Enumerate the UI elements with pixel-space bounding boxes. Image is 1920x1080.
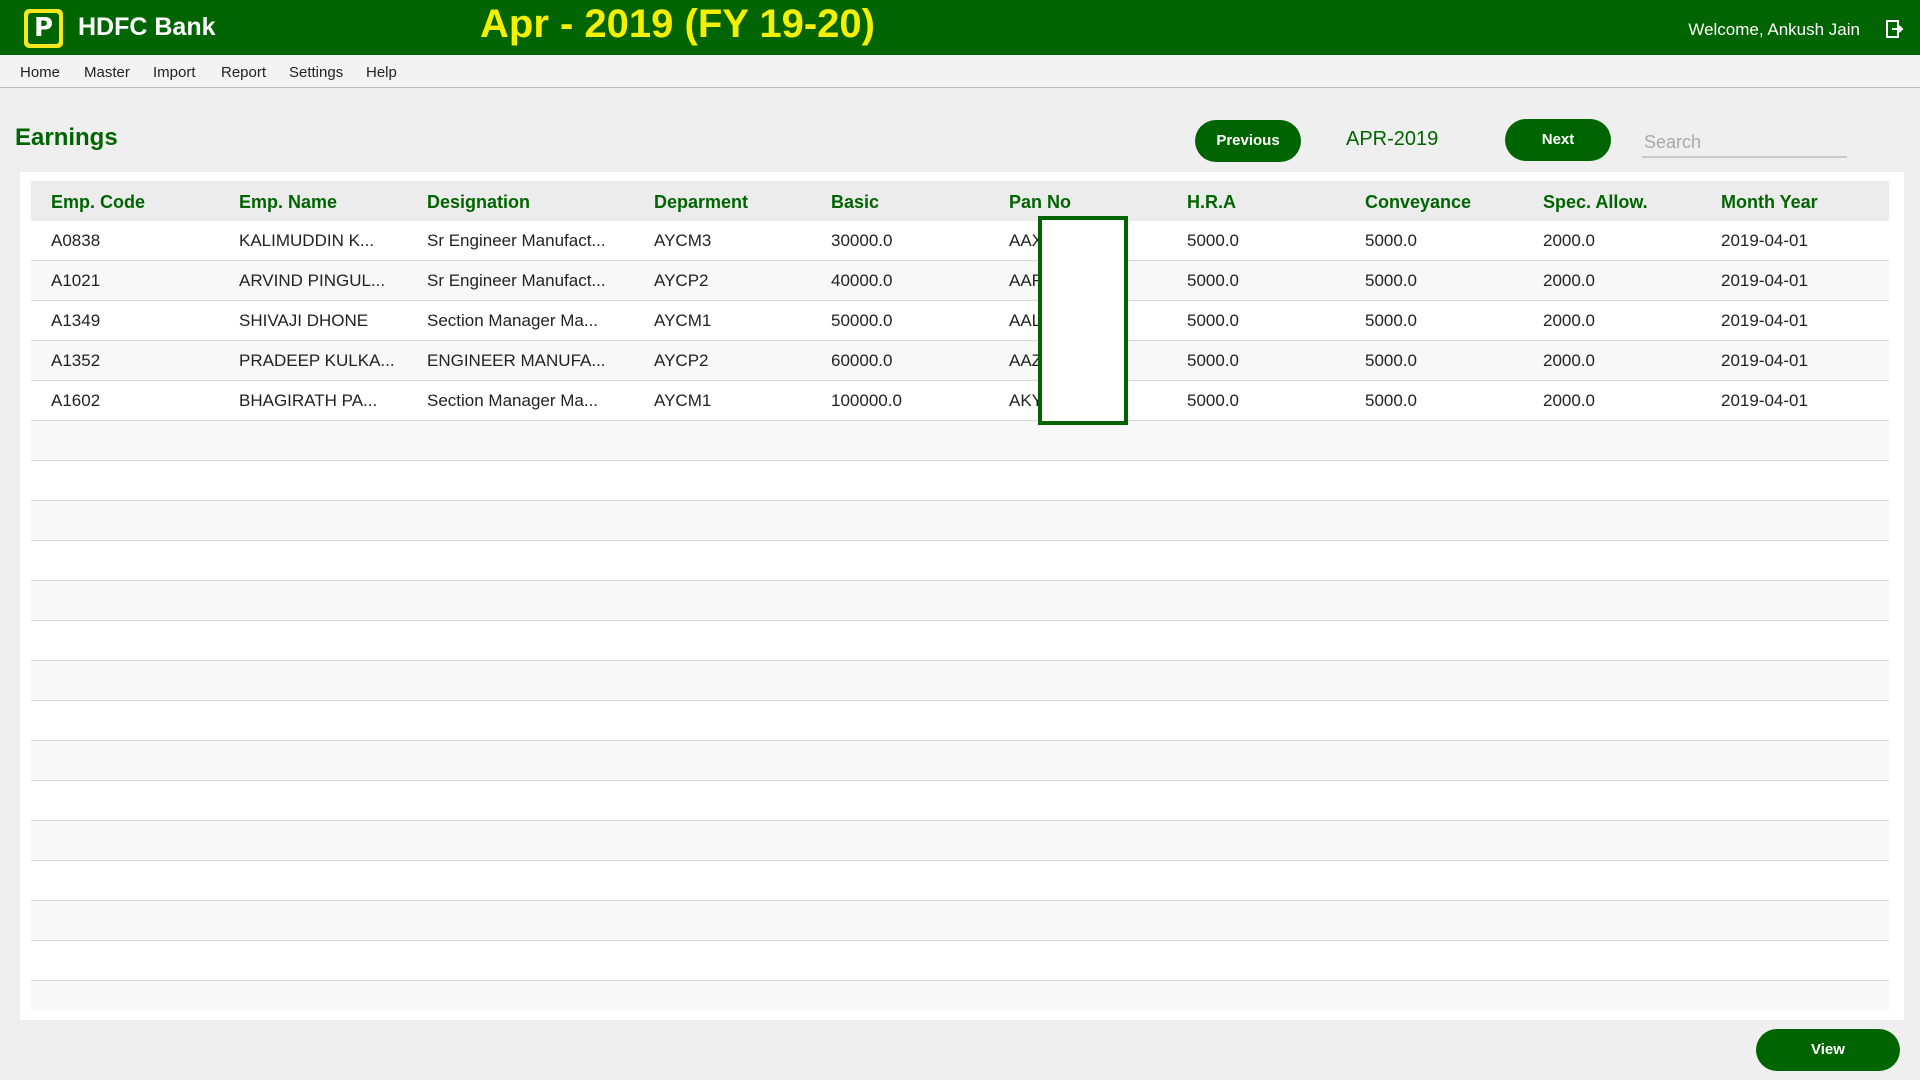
menu-report[interactable]: Report bbox=[221, 64, 266, 81]
logout-icon[interactable] bbox=[1884, 19, 1904, 39]
menu-import[interactable]: Import bbox=[153, 64, 196, 81]
cell-designation: Sr Engineer Manufact... bbox=[427, 231, 606, 250]
logo-letter: P bbox=[28, 13, 59, 44]
redaction-box bbox=[1038, 216, 1128, 425]
table-row[interactable]: A1352 PRADEEP KULKA... ENGINEER MANUFA... A… bbox=[31, 341, 1889, 381]
cell-conveyance: 5000.0 bbox=[1365, 391, 1417, 410]
next-button[interactable]: Next bbox=[1505, 119, 1611, 161]
app-name: HDFC Bank bbox=[78, 13, 216, 41]
cell-conveyance: 5000.0 bbox=[1365, 231, 1417, 250]
table-row bbox=[31, 541, 1889, 581]
cell-emp-code: A1021 bbox=[51, 271, 101, 290]
earnings-table: Emp. Code Emp. Name Designation Deparmen… bbox=[31, 181, 1889, 1010]
cell-conveyance: 5000.0 bbox=[1365, 351, 1417, 370]
cell-month-year: 2019-04-01 bbox=[1721, 351, 1808, 370]
table-row bbox=[31, 741, 1889, 781]
table-row bbox=[31, 821, 1889, 861]
cell-designation: Section Manager Ma... bbox=[427, 391, 599, 410]
current-month-label: APR-2019 bbox=[1346, 128, 1439, 150]
table-row[interactable]: A1349 SHIVAJI DHONE Section Manager Ma... A… bbox=[31, 301, 1889, 341]
cell-spec-allow: 2000.0 bbox=[1543, 231, 1595, 250]
cell-basic: 30000.0 bbox=[831, 231, 893, 250]
table-row bbox=[31, 861, 1889, 901]
cell-emp-name: PRADEEP KULKA... bbox=[239, 351, 395, 370]
cell-hra: 5000.0 bbox=[1187, 391, 1239, 410]
cell-department: AYCP2 bbox=[654, 271, 709, 290]
table-row bbox=[31, 581, 1889, 621]
search-input[interactable] bbox=[1642, 128, 1847, 158]
cell-emp-name: ARVIND PINGUL... bbox=[239, 271, 386, 290]
menu-settings[interactable]: Settings bbox=[289, 64, 343, 81]
cell-spec-allow: 2000.0 bbox=[1543, 311, 1595, 330]
table-row bbox=[31, 501, 1889, 541]
cell-conveyance: 5000.0 bbox=[1365, 311, 1417, 330]
cell-basic: 60000.0 bbox=[831, 351, 893, 370]
cell-department: AYCP2 bbox=[654, 351, 709, 370]
cell-basic: 40000.0 bbox=[831, 271, 893, 290]
cell-emp-code: A0838 bbox=[51, 231, 101, 250]
table-row[interactable]: A0838 KALIMUDDIN K... Sr Engineer Manufact… bbox=[31, 221, 1889, 261]
cell-hra: 5000.0 bbox=[1187, 271, 1239, 290]
cell-designation: Section Manager Ma... bbox=[427, 311, 599, 330]
table-row bbox=[31, 941, 1889, 981]
title-bar: P HDFC Bank Apr - 2019 (FY 19-20) Welcom… bbox=[0, 0, 1920, 55]
cell-hra: 5000.0 bbox=[1187, 231, 1239, 250]
cell-department: AYCM3 bbox=[654, 231, 712, 250]
header-designation[interactable]: Designation bbox=[427, 192, 530, 213]
period-title: Apr - 2019 (FY 19-20) bbox=[480, 2, 875, 46]
cell-designation: ENGINEER MANUFA... bbox=[427, 351, 606, 370]
cell-month-year: 2019-04-01 bbox=[1721, 271, 1808, 290]
app-logo-icon: P bbox=[24, 9, 63, 48]
page-title: Earnings bbox=[15, 124, 118, 151]
cell-month-year: 2019-04-01 bbox=[1721, 231, 1808, 250]
cell-emp-code: A1602 bbox=[51, 391, 101, 410]
header-department[interactable]: Deparment bbox=[654, 192, 748, 213]
earnings-panel: Emp. Code Emp. Name Designation Deparmen… bbox=[20, 172, 1904, 1020]
cell-hra: 5000.0 bbox=[1187, 311, 1239, 330]
welcome-text: Welcome, Ankush Jain bbox=[1688, 20, 1860, 39]
header-pan-no[interactable]: Pan No bbox=[1009, 192, 1071, 213]
menu-master[interactable]: Master bbox=[84, 64, 130, 81]
cell-emp-name: BHAGIRATH PA... bbox=[239, 391, 378, 410]
cell-month-year: 2019-04-01 bbox=[1721, 311, 1808, 330]
view-button[interactable]: View bbox=[1756, 1029, 1900, 1071]
table-row bbox=[31, 421, 1889, 461]
table-row bbox=[31, 901, 1889, 941]
cell-spec-allow: 2000.0 bbox=[1543, 351, 1595, 370]
cell-basic: 50000.0 bbox=[831, 311, 893, 330]
table-row[interactable]: A1602 BHAGIRATH PA... Section Manager Ma..… bbox=[31, 381, 1889, 421]
header-spec-allow[interactable]: Spec. Allow. bbox=[1543, 192, 1648, 213]
cell-hra: 5000.0 bbox=[1187, 351, 1239, 370]
menu-help[interactable]: Help bbox=[366, 64, 397, 81]
table-row bbox=[31, 981, 1889, 1010]
cell-emp-code: A1349 bbox=[51, 311, 101, 330]
cell-emp-name: KALIMUDDIN K... bbox=[239, 231, 375, 250]
cell-department: AYCM1 bbox=[654, 391, 712, 410]
cell-conveyance: 5000.0 bbox=[1365, 271, 1417, 290]
cell-month-year: 2019-04-01 bbox=[1721, 391, 1808, 410]
menu-home[interactable]: Home bbox=[20, 64, 60, 81]
cell-spec-allow: 2000.0 bbox=[1543, 391, 1595, 410]
cell-basic: 100000.0 bbox=[831, 391, 902, 410]
table-row bbox=[31, 621, 1889, 661]
cell-emp-name: SHIVAJI DHONE bbox=[239, 311, 369, 330]
table-row bbox=[31, 461, 1889, 501]
table-row bbox=[31, 661, 1889, 701]
table-header: Emp. Code Emp. Name Designation Deparmen… bbox=[31, 181, 1889, 221]
table-row[interactable]: A1021 ARVIND PINGUL... Sr Engineer Manufac… bbox=[31, 261, 1889, 301]
cell-department: AYCM1 bbox=[654, 311, 712, 330]
menu-bar: Home Master Import Report Settings Help bbox=[0, 55, 1920, 88]
cell-spec-allow: 2000.0 bbox=[1543, 271, 1595, 290]
header-emp-name[interactable]: Emp. Name bbox=[239, 192, 337, 213]
table-row bbox=[31, 781, 1889, 821]
header-hra[interactable]: H.R.A bbox=[1187, 192, 1236, 213]
header-month-year[interactable]: Month Year bbox=[1721, 192, 1818, 213]
table-row bbox=[31, 701, 1889, 741]
cell-emp-code: A1352 bbox=[51, 351, 101, 370]
previous-button[interactable]: Previous bbox=[1195, 120, 1301, 162]
header-emp-code[interactable]: Emp. Code bbox=[51, 192, 145, 213]
header-conveyance[interactable]: Conveyance bbox=[1365, 192, 1471, 213]
header-basic[interactable]: Basic bbox=[831, 192, 879, 213]
cell-designation: Sr Engineer Manufact... bbox=[427, 271, 606, 290]
